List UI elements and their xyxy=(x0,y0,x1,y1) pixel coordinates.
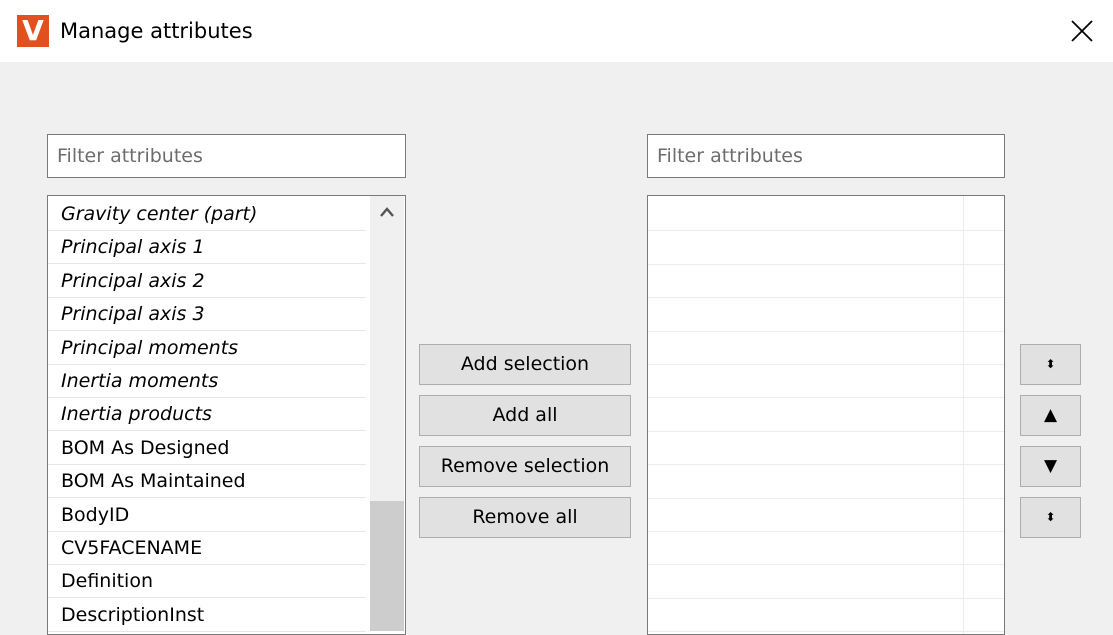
list-item[interactable]: CV5FACENAME xyxy=(48,532,366,565)
scroll-thumb[interactable] xyxy=(370,501,404,631)
list-item[interactable]: DescriptionInst xyxy=(48,599,366,632)
move-to-bottom-button[interactable]: ⬍ xyxy=(1020,497,1081,538)
list-item[interactable]: Principal axis 2 xyxy=(48,265,366,298)
right-filter-input[interactable] xyxy=(647,134,1005,178)
close-button[interactable] xyxy=(1062,11,1102,51)
move-to-top-button[interactable]: ⬍ xyxy=(1020,344,1081,385)
move-bottom-icon: ⬍ xyxy=(1045,510,1056,524)
add-all-button[interactable]: Add all xyxy=(419,395,631,436)
left-filter-input[interactable] xyxy=(47,134,406,178)
window-title: Manage attributes xyxy=(60,19,253,43)
list-item[interactable]: Gravity center (part) xyxy=(48,198,366,231)
scroll-up-button[interactable] xyxy=(370,196,404,228)
app-logo: V xyxy=(17,15,49,47)
list-item[interactable]: Principal axis 3 xyxy=(48,298,366,331)
list-item[interactable]: Inertia products xyxy=(48,398,366,431)
arrow-down-icon: ▼ xyxy=(1043,456,1058,476)
list-item[interactable]: Definition xyxy=(48,565,366,598)
selected-attributes-list[interactable] xyxy=(647,195,1005,635)
list-item[interactable]: Principal moments xyxy=(48,332,366,365)
list-item[interactable]: BodyID xyxy=(48,499,366,532)
list-item[interactable]: BOM As Maintained xyxy=(48,465,366,498)
move-top-icon: ⬍ xyxy=(1045,357,1056,371)
move-up-button[interactable]: ▲ xyxy=(1020,395,1081,436)
app-logo-letter: V xyxy=(22,14,44,47)
chevron-up-icon xyxy=(380,207,394,217)
list-item[interactable]: Principal axis 1 xyxy=(48,231,366,264)
arrow-up-icon: ▲ xyxy=(1043,405,1058,425)
move-down-button[interactable]: ▼ xyxy=(1020,446,1081,487)
title-bar: V Manage attributes xyxy=(0,0,1113,62)
list-item[interactable]: BOM As Designed xyxy=(48,432,366,465)
close-icon xyxy=(1071,20,1093,42)
add-selection-button[interactable]: Add selection xyxy=(419,344,631,385)
list-item[interactable]: Inertia moments xyxy=(48,365,366,398)
remove-all-button[interactable]: Remove all xyxy=(419,497,631,538)
remove-selection-button[interactable]: Remove selection xyxy=(419,446,631,487)
left-list-scrollbar[interactable] xyxy=(370,196,404,631)
available-attributes-list[interactable]: Gravity center (part) Principal axis 1 Pri… xyxy=(47,195,406,635)
